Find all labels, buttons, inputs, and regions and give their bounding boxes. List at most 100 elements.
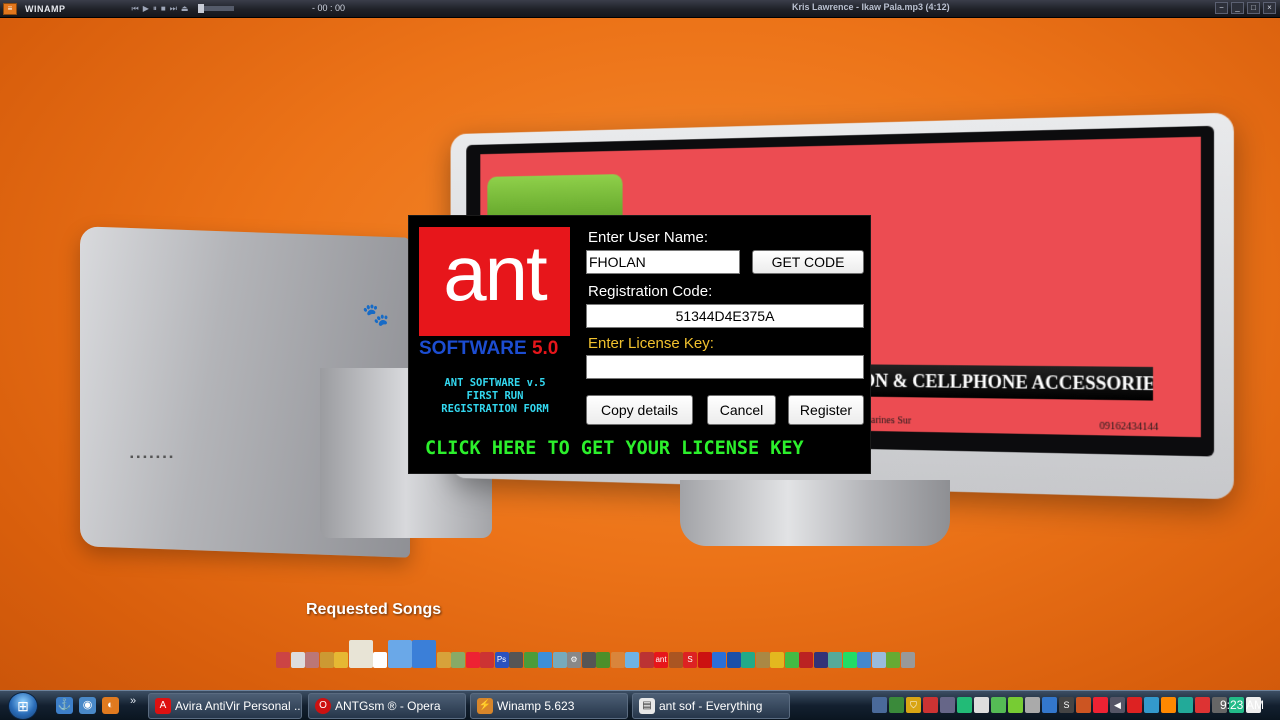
minimize-icon[interactable]: _ [1231, 2, 1244, 14]
registration-code-field[interactable]: 51344D4E375A [586, 304, 864, 328]
taskbar-item-avira[interactable]: A Avira AntiVir Personal ... [148, 693, 302, 719]
tray-app-icon[interactable] [1161, 697, 1176, 713]
app-icon[interactable] [319, 652, 334, 668]
app-icon[interactable] [538, 652, 552, 668]
caption-line: ANT SOFTWARE v.5 [444, 377, 546, 389]
app-icon[interactable] [871, 652, 886, 668]
app-icon[interactable] [451, 652, 465, 668]
options-icon[interactable]: − [1215, 2, 1228, 14]
app-icon[interactable] [639, 652, 654, 668]
start-button[interactable]: ⊞ [8, 692, 38, 720]
app-icon[interactable] [712, 652, 726, 668]
pause-icon[interactable]: ⏸ [153, 4, 157, 14]
tray-app-icon[interactable] [1127, 697, 1142, 713]
tray-app-icon[interactable] [1144, 697, 1159, 713]
firefox-icon[interactable]: ◐ [102, 697, 119, 714]
document-icon[interactable] [348, 640, 373, 668]
app-icon[interactable] [276, 652, 290, 668]
taskbar-item-winamp[interactable]: ⚡ Winamp 5.623 [470, 693, 628, 719]
app-icon[interactable] [480, 652, 494, 668]
app-icon[interactable] [755, 652, 770, 668]
mail-icon[interactable] [412, 640, 436, 668]
shield-icon[interactable]: ⛉ [906, 697, 921, 713]
volume-icon[interactable]: ◀ [1110, 697, 1125, 713]
playback-time: - 00 : 00 [312, 3, 346, 13]
app-icon[interactable] [509, 652, 523, 668]
app-icon[interactable] [900, 652, 915, 668]
app-icon[interactable] [668, 652, 683, 668]
tray-app-icon[interactable] [889, 697, 904, 713]
ant-icon[interactable]: ant [654, 652, 668, 668]
play-icon[interactable]: ▶ [143, 4, 149, 14]
app-icon[interactable] [305, 652, 319, 668]
get-code-button[interactable]: GET CODE [752, 250, 864, 274]
volume-slider[interactable] [198, 4, 235, 13]
next-icon[interactable]: ⏭ [170, 4, 177, 14]
stop-icon[interactable]: ■ [161, 4, 166, 14]
taskbar-item-everything[interactable]: ▤ ant sof - Everything [632, 693, 790, 719]
get-license-key-link[interactable]: CLICK HERE TO GET YOUR LICENSE KEY [425, 438, 865, 459]
app-icon[interactable] [726, 652, 741, 668]
tray-app-icon[interactable] [940, 697, 955, 713]
winamp-menu-icon[interactable]: ≡ [3, 2, 17, 15]
tray-app-icon[interactable] [1025, 697, 1040, 713]
app-icon[interactable] [334, 652, 348, 668]
tray-app-icon[interactable] [974, 697, 989, 713]
bluetooth-icon[interactable] [1042, 697, 1057, 713]
notes-icon[interactable] [387, 640, 412, 668]
app-icon[interactable]: ◉ [79, 697, 96, 714]
gear-icon[interactable]: ⚙ [567, 652, 581, 668]
app-icon[interactable] [373, 652, 387, 668]
app-icon[interactable] [581, 652, 596, 668]
task-label: Avira AntiVir Personal ... [175, 699, 302, 713]
app-icon[interactable] [857, 652, 871, 668]
app-icon[interactable] [436, 652, 451, 668]
network-icon[interactable] [872, 697, 887, 713]
tray-app-icon[interactable] [923, 697, 938, 713]
username-field[interactable]: FHOLAN [586, 250, 740, 274]
copy-details-button[interactable]: Copy details [586, 395, 693, 425]
app-icon[interactable] [784, 652, 799, 668]
requested-songs-label: Requested Songs [306, 601, 442, 618]
ant-software-wordmark: SOFTWARE 5.0 [419, 338, 574, 360]
tray-app-icon[interactable] [1178, 697, 1193, 713]
tray-app-icon[interactable] [1195, 697, 1210, 713]
quick-launch-overflow[interactable]: » [130, 695, 136, 707]
app-icon[interactable] [290, 652, 305, 668]
license-key-field[interactable] [586, 355, 864, 379]
app-icon[interactable] [523, 652, 538, 668]
signal-icon[interactable] [991, 697, 1006, 713]
app-icon[interactable] [596, 652, 610, 668]
close-icon[interactable]: × [1263, 2, 1276, 14]
tray-app-icon[interactable] [1008, 697, 1023, 713]
tray-app-icon[interactable] [1076, 697, 1091, 713]
register-button[interactable]: Register [788, 395, 864, 425]
anchor-icon[interactable]: ⚓ [56, 697, 73, 714]
app-icon[interactable] [741, 652, 755, 668]
tray-app-icon[interactable]: S [1059, 697, 1074, 713]
tray-app-icon[interactable] [1093, 697, 1108, 713]
app-icon[interactable] [842, 652, 857, 668]
taskbar-clock[interactable]: 9:23 AM [1220, 698, 1264, 712]
app-icon[interactable] [465, 652, 480, 668]
task-label: ant sof - Everything [659, 699, 763, 713]
app-icon[interactable] [770, 652, 784, 668]
app-icon[interactable] [552, 652, 567, 668]
app-icon[interactable] [625, 652, 639, 668]
photoshop-icon[interactable]: Ps [494, 652, 509, 668]
app-icon[interactable] [799, 652, 813, 668]
app-icon[interactable]: S [683, 652, 697, 668]
desktop-dock: Ps ⚙ ant S [276, 636, 990, 668]
taskbar-item-opera[interactable]: O ANTGsm ® - Opera [308, 693, 466, 719]
windowshade-icon[interactable]: □ [1247, 2, 1260, 14]
previous-icon[interactable]: ⏮ [132, 4, 139, 14]
app-icon[interactable] [828, 652, 842, 668]
app-icon[interactable] [886, 652, 900, 668]
cancel-button[interactable]: Cancel [707, 395, 776, 425]
eject-icon[interactable]: ⏏ [181, 4, 189, 14]
winamp-windowshade-bar[interactable]: ≡ WINAMP ⏮ ▶ ⏸ ■ ⏭ ⏏ - 00 : 00 Kris Lawr… [0, 0, 1280, 18]
tray-app-icon[interactable] [957, 697, 972, 713]
app-icon[interactable] [610, 652, 625, 668]
avira-icon[interactable] [697, 652, 712, 668]
app-icon[interactable] [813, 652, 828, 668]
